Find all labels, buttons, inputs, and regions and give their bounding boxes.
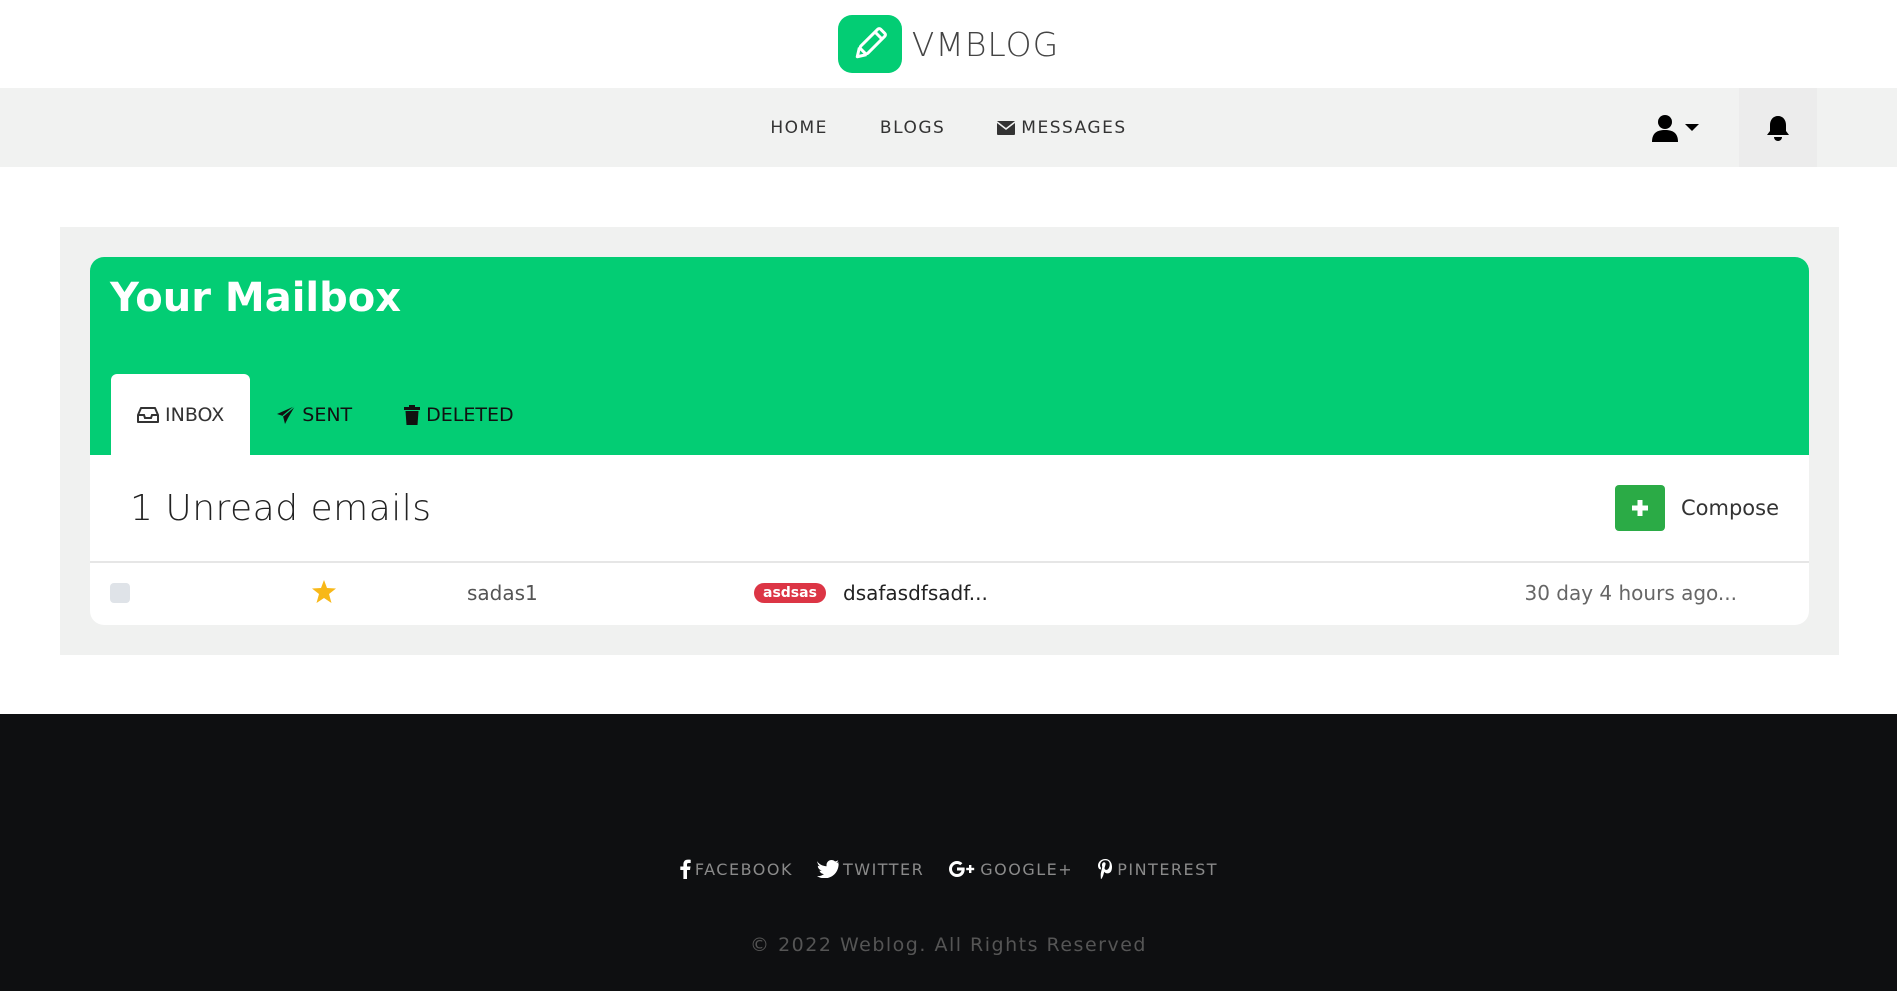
chevron-down-icon [1685,124,1699,131]
social-links: FACEBOOK TWITTER GOOGLE+ PINTEREST [0,859,1897,879]
mailbox-card: Your Mailbox INBOX SENT DELETED 1 Unread… [90,257,1809,625]
main-nav: HOME BLOGS MESSAGES [0,88,1897,167]
user-icon [1652,114,1678,142]
paper-plane-icon [277,405,296,424]
email-time: 30 day 4 hours ago... [1524,581,1737,605]
content-area: Your Mailbox INBOX SENT DELETED 1 Unread… [60,227,1839,655]
social-pinterest[interactable]: PINTEREST [1097,859,1218,879]
unread-count: 1 Unread emails [130,487,432,529]
pencil-icon [837,15,902,73]
brand-name: VMBLOG [911,24,1060,64]
compose-label: Compose [1680,496,1779,520]
inbox-icon [137,406,159,423]
email-sender: sadas1 [467,581,538,605]
mailbox-header: Your Mailbox INBOX SENT DELETED [90,257,1809,455]
notifications-button[interactable] [1739,88,1817,167]
email-subject[interactable]: dsafasdfsadf... [843,581,988,605]
star-icon[interactable] [312,580,336,607]
user-menu-dropdown[interactable] [1651,114,1739,142]
email-row[interactable]: sadas1 asdsas dsafasdfsadf... 30 day 4 h… [90,563,1809,623]
nav-messages[interactable]: MESSAGES [997,118,1126,138]
plus-icon [1614,485,1665,531]
footer: FACEBOOK TWITTER GOOGLE+ PINTEREST © 202… [0,714,1897,991]
twitter-icon [816,860,839,878]
tab-inbox[interactable]: INBOX [111,374,251,455]
mail-toolbar: 1 Unread emails Compose [90,455,1809,563]
email-checkbox[interactable] [110,583,130,603]
bell-icon [1767,115,1789,141]
nav-blogs[interactable]: BLOGS [880,118,945,138]
pinterest-icon [1098,859,1113,879]
google-plus-icon [949,861,975,877]
trash-icon [404,404,421,425]
page-title: Your Mailbox [110,275,402,321]
social-facebook[interactable]: FACEBOOK [679,859,793,879]
mailbox-tabs: INBOX SENT DELETED [111,374,540,455]
tab-sent[interactable]: SENT [250,374,378,455]
envelope-icon [997,120,1016,135]
compose-button[interactable]: Compose [1614,485,1779,531]
brand-logo[interactable]: VMBLOG [837,15,1060,73]
facebook-icon [680,859,691,879]
logo-bar: VMBLOG [0,0,1897,88]
social-twitter[interactable]: TWITTER [816,859,924,879]
copyright: © 2022 Weblog. All Rights Reserved [750,934,1147,956]
email-tag-badge: asdsas [754,583,826,603]
tab-deleted[interactable]: DELETED [378,374,539,455]
nav-home[interactable]: HOME [770,118,828,138]
social-google-plus[interactable]: GOOGLE+ [948,859,1073,879]
